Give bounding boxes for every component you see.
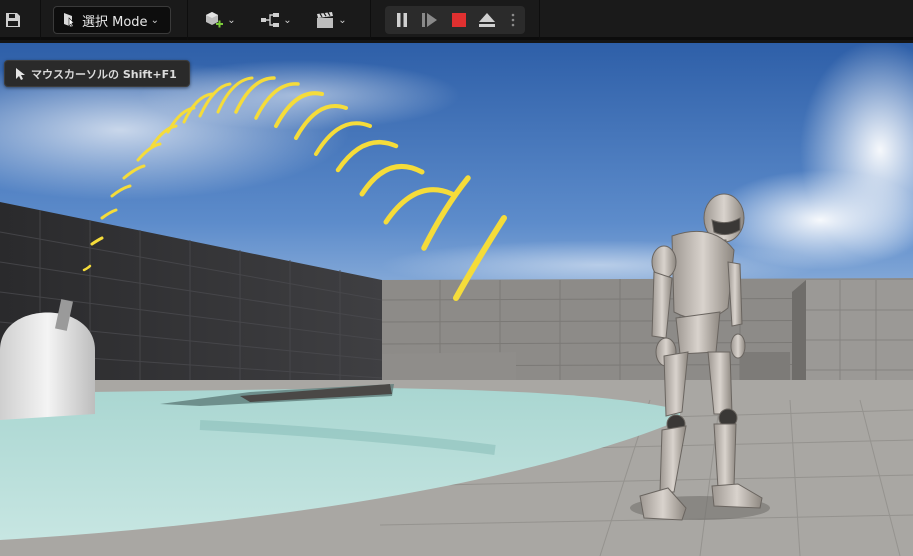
add-actor-icon	[206, 12, 224, 28]
chevron-down-icon: ⌄	[227, 14, 236, 26]
cursor-icon	[16, 68, 25, 80]
shift-f1-tooltip: マウスカーソルの Shift+F1	[4, 60, 190, 87]
frame-skip-icon	[422, 13, 437, 27]
eject-icon	[479, 13, 495, 27]
add-actor-button[interactable]: ⌄	[200, 6, 240, 34]
more-options-icon	[511, 13, 515, 27]
cinematics-button[interactable]: ⌄	[311, 6, 351, 34]
cinematics-icon	[317, 12, 334, 28]
frame-skip-button[interactable]	[418, 6, 442, 34]
level-viewport[interactable]: マウスカーソルの Shift+F1	[0, 43, 913, 556]
blueprint-icon	[261, 13, 280, 27]
chevron-down-icon: ⌄	[283, 14, 292, 26]
select-mode-dropdown[interactable]: 選択 Mode ⌄	[53, 6, 171, 34]
pause-icon	[397, 13, 407, 27]
toolbar-separator	[187, 0, 188, 40]
tooltip-text: マウスカーソルの Shift+F1	[31, 67, 177, 81]
pause-button[interactable]	[390, 6, 414, 34]
scene-render	[0, 43, 913, 556]
more-options-button[interactable]	[506, 6, 520, 34]
eject-button[interactable]	[475, 6, 499, 34]
stop-icon	[452, 13, 466, 27]
toolbar-separator	[539, 0, 540, 40]
stop-button[interactable]	[447, 6, 471, 34]
select-mode-icon	[64, 13, 75, 28]
mode-label: 選択 Mode	[82, 14, 148, 30]
chevron-down-icon: ⌄	[338, 14, 347, 26]
save-icon	[6, 13, 20, 27]
toolbar-separator	[40, 0, 41, 40]
chevron-down-icon: ⌄	[150, 14, 159, 26]
editor-toolbar: 選択 Mode ⌄ ⌄ ⌄ ⌄	[0, 0, 913, 40]
toolbar-separator	[370, 0, 371, 40]
save-button[interactable]	[2, 6, 24, 34]
blueprint-button[interactable]: ⌄	[256, 6, 296, 34]
